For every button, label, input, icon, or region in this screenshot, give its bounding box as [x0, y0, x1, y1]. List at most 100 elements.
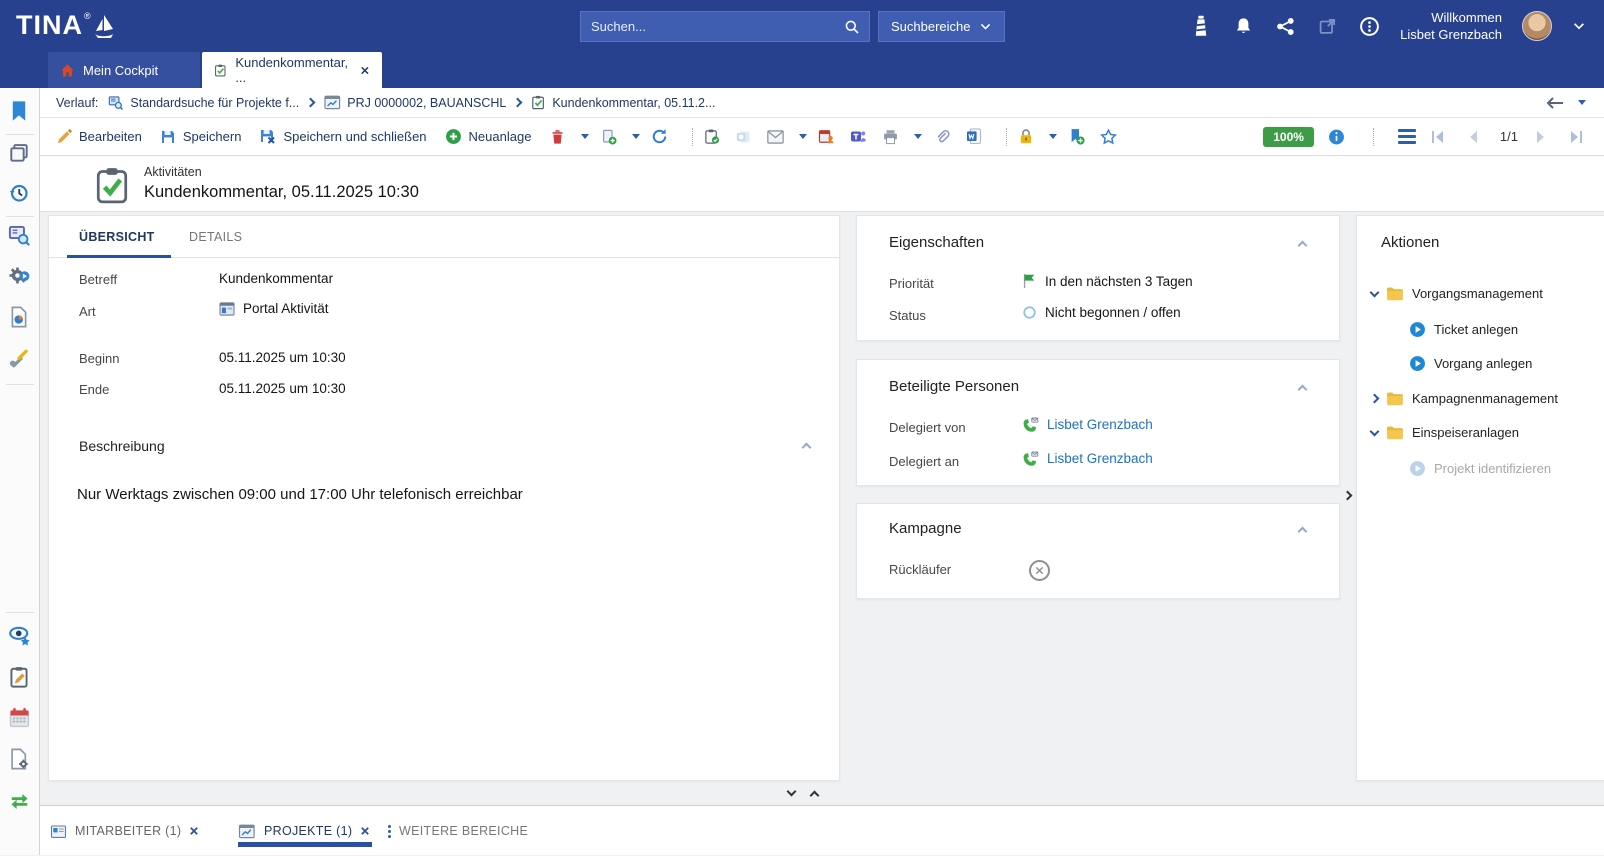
print-button[interactable]: [882, 128, 899, 145]
email-dropdown-caret-icon[interactable]: [799, 134, 807, 139]
activity-clipboard-icon: [214, 63, 227, 78]
history-back-icon[interactable]: [1546, 96, 1564, 110]
refresh-button[interactable]: [651, 128, 668, 145]
search-icon[interactable]: [841, 16, 863, 38]
lighthouse-icon[interactable]: [1190, 15, 1212, 37]
close-icon[interactable]: [360, 65, 370, 76]
field-value[interactable]: 05.11.2025 um 10:30: [219, 350, 346, 365]
calendar-icon[interactable]: [8, 706, 32, 730]
delegated-from-link[interactable]: Lisbet Grenzbach: [1047, 417, 1153, 432]
tree-expand-icon[interactable]: [1370, 426, 1380, 436]
breadcrumb-item-project[interactable]: PRJ 0000002, BAUANSCHL: [324, 95, 506, 110]
collapse-campaign-icon[interactable]: [1298, 527, 1308, 537]
favorite-star-button[interactable]: [1100, 128, 1117, 145]
field-value[interactable]: Portal Aktivität: [219, 301, 329, 316]
tree-node-kampagnenmanagement[interactable]: Kampagnenmanagement: [1371, 391, 1558, 406]
top-bar: TINA ® Suchbereiche Willkommen: [0, 0, 1604, 52]
complete-activity-button[interactable]: [703, 128, 720, 145]
breadcrumb-item-activity[interactable]: Kundenkommentar, 05.11.2...: [531, 95, 715, 110]
collapse-bottom-panel-icon[interactable]: [787, 787, 797, 797]
field-value[interactable]: 05.11.2025 um 10:30: [219, 381, 346, 396]
tree-node-vorgangsmanagement[interactable]: Vorgangsmanagement: [1371, 286, 1543, 301]
bottom-tab-projekte[interactable]: PROJEKTE (1): [238, 806, 370, 856]
project-icon: [324, 95, 341, 110]
open-external-icon: [1316, 15, 1338, 37]
permissions-dropdown-caret-icon[interactable]: [1049, 134, 1057, 139]
teams-button[interactable]: [850, 128, 867, 145]
action-ticket-anlegen[interactable]: Ticket anlegen: [1409, 321, 1518, 338]
tab-kundenkommentar[interactable]: Kundenkommentar, ...: [202, 52, 382, 88]
collapse-properties-icon[interactable]: [1298, 241, 1308, 251]
notes-clipboard-icon[interactable]: [8, 666, 32, 690]
close-icon[interactable]: [360, 826, 370, 836]
edit-button[interactable]: Bearbeiten: [56, 129, 142, 145]
process-gear-icon[interactable]: [8, 264, 32, 288]
description-text[interactable]: Nur Werktags zwischen 09:00 und 17:00 Uh…: [77, 486, 807, 503]
watchlist-eye-icon[interactable]: [8, 624, 32, 648]
flag-icon: [1022, 273, 1037, 289]
windows-copy-icon[interactable]: [8, 142, 32, 166]
search-input[interactable]: [581, 19, 841, 34]
tab-uebersicht[interactable]: ÜBERSICHT: [79, 216, 155, 258]
collapse-people-icon[interactable]: [1298, 385, 1308, 395]
expand-bottom-panel-icon[interactable]: [810, 791, 820, 801]
document-settings-icon[interactable]: [8, 748, 32, 772]
collapse-description-icon[interactable]: [802, 443, 812, 453]
notifications-bell-icon[interactable]: [1232, 15, 1254, 37]
breadcrumb-item-search[interactable]: Standardsuche für Projekte f...: [108, 95, 299, 111]
share-icon[interactable]: [1274, 15, 1296, 37]
delegated-from-value: Lisbet Grenzbach: [1022, 417, 1153, 432]
first-page-button[interactable]: [1430, 128, 1447, 145]
close-icon[interactable]: [189, 826, 199, 836]
sync-arrows-icon[interactable]: [8, 790, 32, 814]
send-email-button[interactable]: [767, 128, 784, 145]
field-value[interactable]: Kundenkommentar: [219, 271, 333, 286]
new-record-button[interactable]: Neuanlage: [445, 128, 532, 145]
tab-mein-cockpit[interactable]: Mein Cockpit: [48, 52, 200, 88]
save-button[interactable]: Speichern: [160, 129, 242, 145]
menu-button[interactable]: [1398, 129, 1416, 144]
status-value[interactable]: Nicht begonnen / offen: [1022, 305, 1181, 320]
action-vorgang-anlegen[interactable]: Vorgang anlegen: [1409, 355, 1532, 372]
priority-value[interactable]: In den nächsten 3 Tagen: [1022, 273, 1193, 289]
word-export-button[interactable]: [965, 128, 982, 145]
last-page-button[interactable]: [1567, 128, 1584, 145]
user-avatar[interactable]: [1522, 11, 1552, 41]
appointment-button[interactable]: [818, 128, 835, 145]
prev-page-button[interactable]: [1465, 128, 1482, 145]
bottom-tab-mitarbeiter[interactable]: MITARBEITER (1): [50, 806, 199, 856]
tree-expand-icon[interactable]: [1370, 287, 1380, 297]
add-bookmark-button[interactable]: [1068, 128, 1085, 145]
history-dropdown-caret-icon[interactable]: [1578, 100, 1586, 105]
delete-dropdown-caret-icon[interactable]: [581, 134, 589, 139]
history-clock-icon[interactable]: [8, 182, 32, 206]
delete-button[interactable]: [549, 128, 566, 145]
delegated-to-link[interactable]: Lisbet Grenzbach: [1047, 451, 1153, 466]
print-dropdown-caret-icon[interactable]: [914, 134, 922, 139]
tab-details[interactable]: DETAILS: [189, 216, 242, 258]
copy-dropdown-caret-icon[interactable]: [632, 134, 640, 139]
tree-node-einspeiseranlagen[interactable]: Einspeiseranlagen: [1371, 425, 1519, 440]
search-scopes-dropdown[interactable]: Suchbereiche: [878, 11, 1005, 42]
run-action-icon: [1409, 321, 1426, 338]
bottom-tab-weitere-bereiche[interactable]: WEITERE BEREICHE: [388, 806, 528, 856]
attachment-button[interactable]: [933, 128, 950, 145]
help-more-icon[interactable]: [1358, 15, 1380, 37]
tree-expand-icon[interactable]: [1370, 394, 1380, 404]
toolbar-separator: [1006, 128, 1007, 146]
tools-icon[interactable]: [8, 346, 32, 370]
permissions-button[interactable]: [1017, 128, 1034, 145]
collapse-actions-panel-icon[interactable]: [1343, 491, 1353, 501]
field-label: Betreff: [79, 272, 117, 287]
search-monitor-icon[interactable]: [8, 224, 32, 248]
trash-icon: [550, 129, 565, 145]
bookmark-icon[interactable]: [8, 100, 32, 124]
save-close-button[interactable]: Speichern und schließen: [259, 128, 426, 145]
next-page-button[interactable]: [1532, 128, 1549, 145]
envelope-icon: [767, 130, 784, 144]
zoom-badge[interactable]: 100%: [1263, 127, 1314, 147]
user-menu-chevron-icon[interactable]: [1572, 15, 1586, 37]
report-document-icon[interactable]: [8, 306, 32, 330]
info-button[interactable]: [1328, 128, 1345, 145]
copy-new-button[interactable]: [600, 128, 617, 145]
